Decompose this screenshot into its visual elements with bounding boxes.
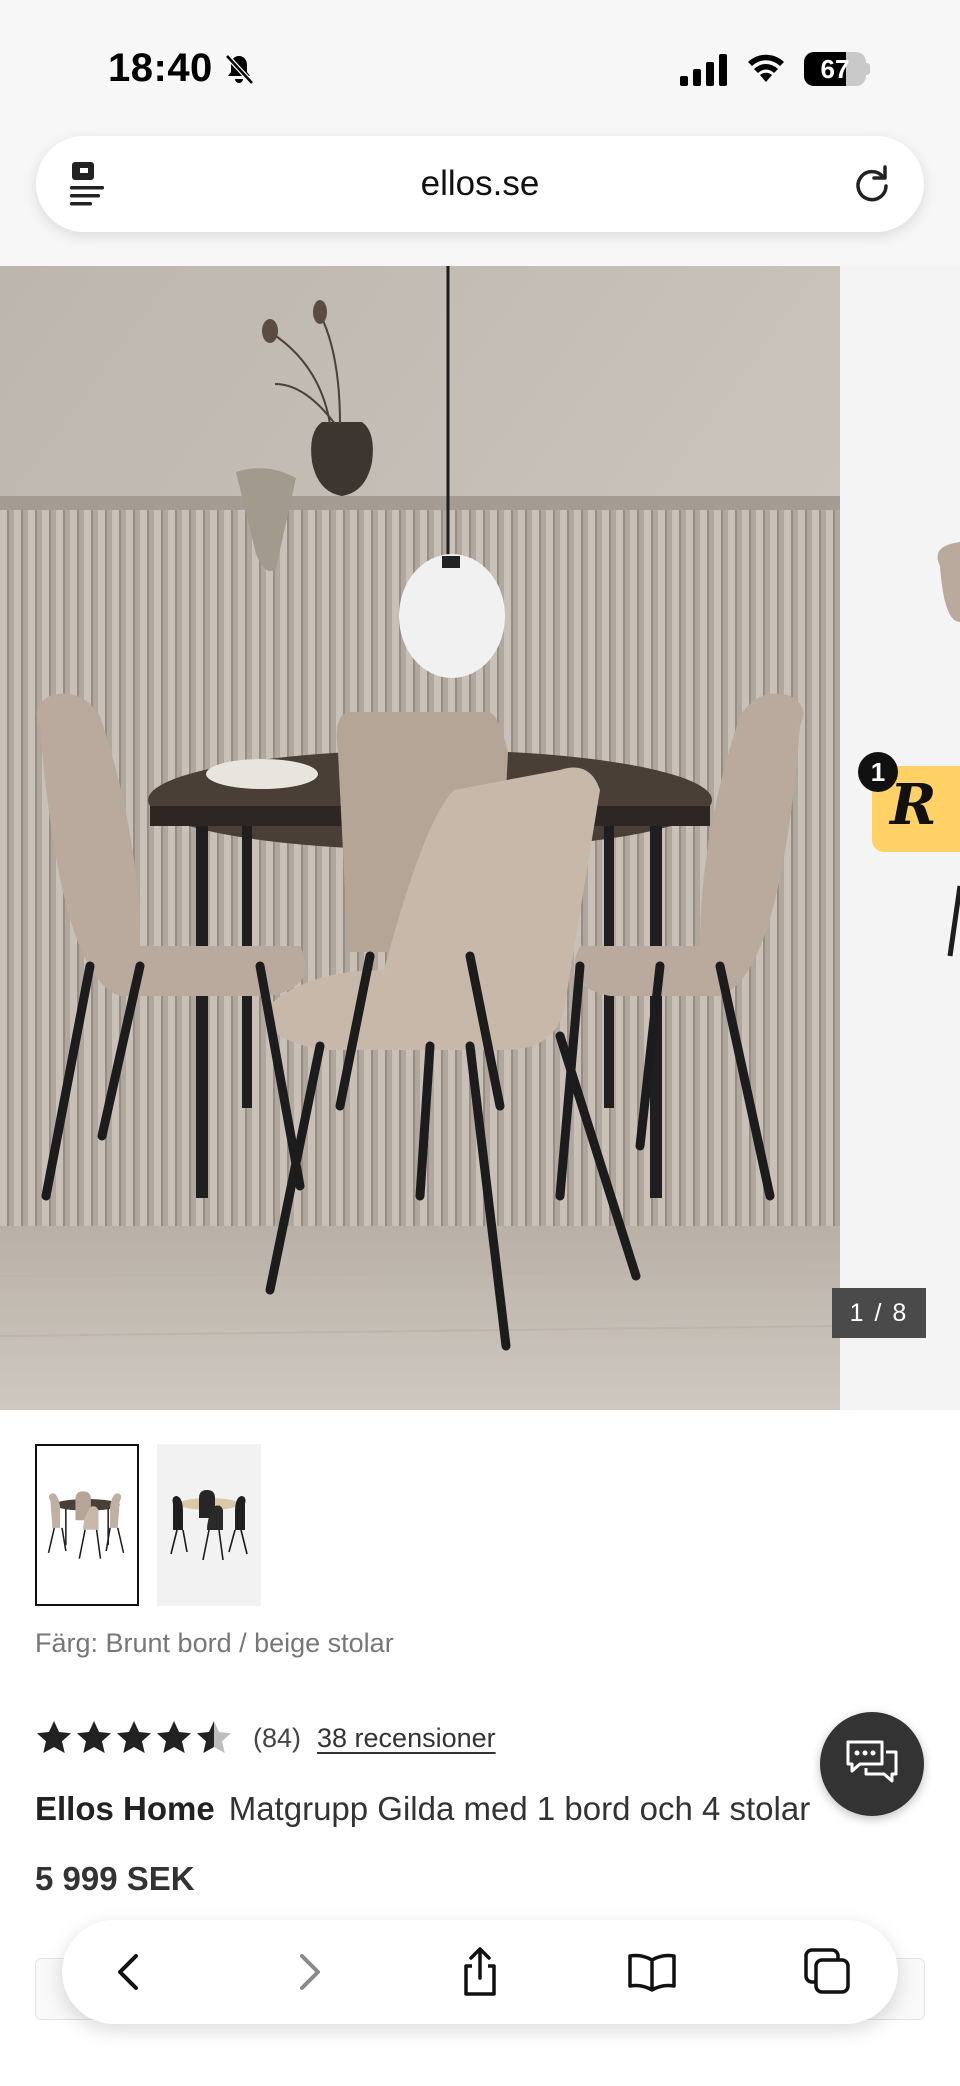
address-bar[interactable]: ellos.se xyxy=(36,136,924,232)
forward-icon xyxy=(300,1954,320,1990)
star-icon xyxy=(77,1721,111,1753)
product-name: Matgrupp Gilda med 1 bord och 4 stolar xyxy=(228,1790,811,1827)
star-icon xyxy=(117,1721,151,1753)
thumbnail-black-chairs[interactable] xyxy=(157,1444,261,1606)
star-icon xyxy=(157,1721,191,1753)
r-widget-count: 1 xyxy=(858,752,898,792)
browser-address-area: ellos.se xyxy=(0,130,960,266)
thumbnail-brown-table-beige-chairs[interactable] xyxy=(35,1444,139,1606)
r-widget-letter: R xyxy=(890,772,937,838)
product-photo[interactable] xyxy=(0,266,840,1410)
rating-row: (84) 38 recensioner xyxy=(35,1716,496,1760)
image-counter: 1 / 8 xyxy=(832,1288,926,1338)
battery-indicator: 67 xyxy=(804,52,870,86)
bell-slash-icon xyxy=(225,54,254,85)
status-time: 18:40 xyxy=(108,46,213,90)
star-icon xyxy=(197,1721,231,1753)
reviews-link[interactable]: 38 recensioner xyxy=(317,1723,496,1754)
chat-button[interactable] xyxy=(820,1712,924,1816)
chat-bubbles-icon xyxy=(846,1740,898,1783)
rating-count: (84) xyxy=(253,1722,302,1753)
wifi-icon xyxy=(748,54,784,82)
browser-toolbar xyxy=(62,1920,898,2024)
color-label: Färg: Brunt bord / beige stolar xyxy=(35,1628,394,1658)
back-button[interactable] xyxy=(104,1946,156,1998)
bookmarks-button[interactable] xyxy=(626,1946,678,1998)
status-bar: 18:40 67 xyxy=(0,0,960,130)
product-gallery[interactable]: R 1 1 / 8 xyxy=(0,266,960,1410)
product-title: Ellos Home Matgrupp Gilda med 1 bord och … xyxy=(35,1790,810,1828)
tabs-button[interactable] xyxy=(802,1946,854,1998)
reader-mode-icon[interactable] xyxy=(68,160,108,210)
star-rating xyxy=(35,1719,235,1757)
share-button[interactable] xyxy=(454,1946,506,1998)
share-icon xyxy=(464,1947,496,1996)
product-price: 5 999 SEK xyxy=(35,1860,195,1897)
url-text[interactable]: ellos.se xyxy=(36,136,924,232)
brand-name[interactable]: Ellos Home xyxy=(35,1790,215,1827)
reload-icon[interactable] xyxy=(852,164,892,204)
star-icon xyxy=(37,1721,71,1753)
tabs-icon xyxy=(804,1948,850,1994)
bookmarks-icon xyxy=(628,1953,676,1992)
battery-level: 67 xyxy=(820,54,850,84)
back-icon xyxy=(118,1954,138,1990)
forward-button[interactable] xyxy=(282,1946,334,1998)
cellular-signal-icon xyxy=(680,54,727,86)
